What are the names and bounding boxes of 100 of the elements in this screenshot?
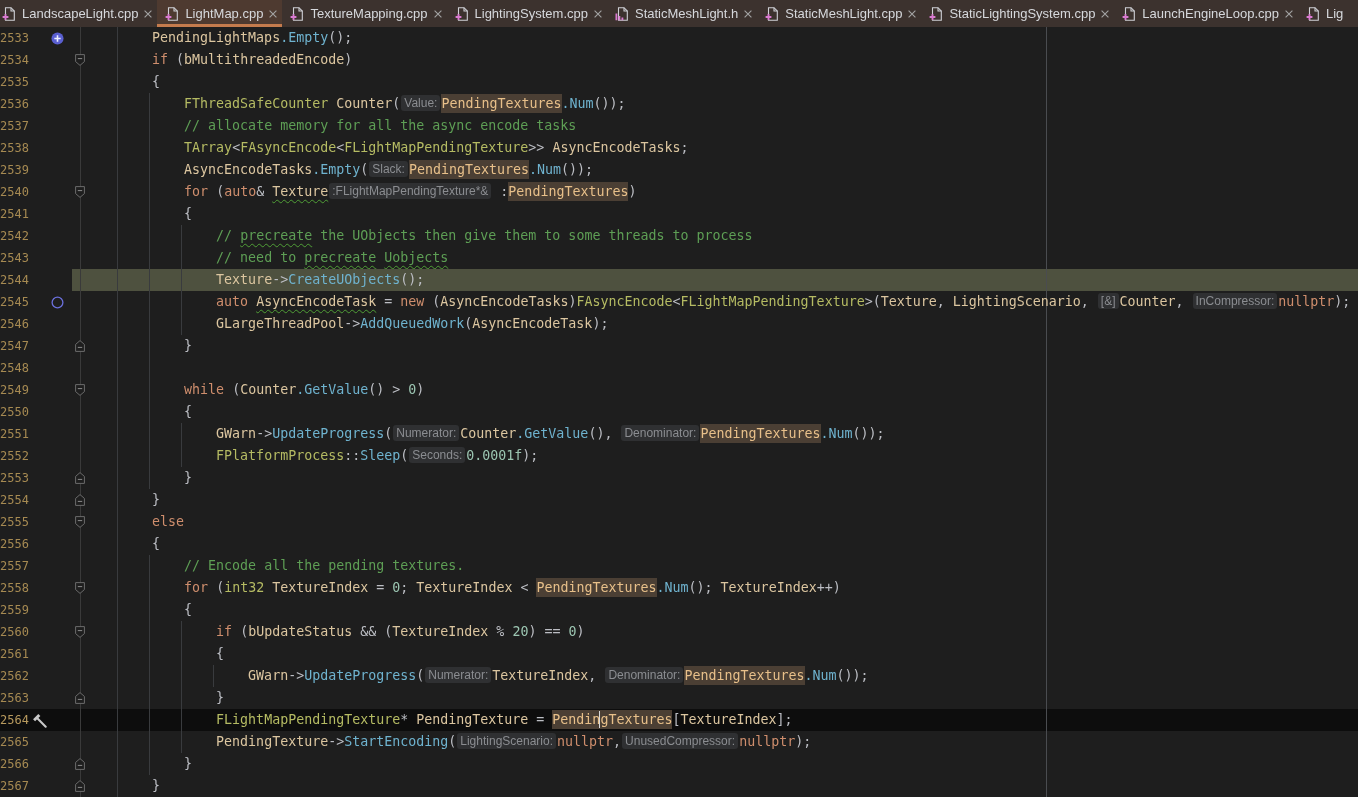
code-text: {	[152, 536, 161, 551]
code-text: AsyncEncodeTasks.Empty(	[184, 162, 369, 177]
parameter-hint: Denominator:	[621, 425, 700, 441]
close-icon[interactable]	[1101, 9, 1110, 18]
fold-icon[interactable]	[75, 780, 85, 792]
fold-icon[interactable]	[75, 626, 85, 638]
hammer-icon[interactable]	[32, 712, 47, 728]
line-number: 2567	[0, 778, 30, 795]
code-text: // allocate memory for all the async encode tasks	[184, 118, 577, 133]
parameter-hint: LightingScenario:	[457, 733, 556, 749]
code-text: PendingTextures.Num());	[441, 94, 626, 113]
editor-tab[interactable]: LandscapeLight.cpp	[0, 0, 158, 27]
code-text: FPlatformProcess::Sleep(	[216, 448, 409, 463]
code-text: FThreadSafeCounter Counter(	[184, 96, 401, 111]
line-number: 2566	[0, 756, 30, 773]
document-plus-icon	[165, 6, 180, 21]
editor-tab[interactable]: TextureMapping.cpp	[282, 0, 447, 27]
parameter-hint: Slack:	[369, 161, 408, 177]
line-number: 2546	[0, 316, 30, 333]
code-text: GLargeThreadPool->AddQueuedWork(AsyncEncodeTask);	[216, 316, 609, 331]
code-text: {	[184, 602, 193, 617]
code-text: PendingTextures.Num());	[700, 424, 885, 443]
parameter-hint: Seconds:	[409, 447, 466, 463]
parameter-hint: Denominator:	[605, 667, 684, 683]
code-text: }	[152, 778, 161, 793]
code-text: TArray<FAsyncEncode<FLightMapPendingTexture>> AsyncEncodeTasks;	[184, 140, 689, 155]
line-number: 2545	[0, 294, 30, 311]
code-text: FLightMapPendingTexture* PendingTexture = Pendin	[216, 710, 601, 729]
code-text: GWarn->UpdateProgress(	[248, 668, 425, 683]
document-plus-icon	[1306, 6, 1320, 21]
indent-guide	[117, 357, 118, 379]
code-text: }	[184, 756, 193, 771]
line-number: 2561	[0, 646, 30, 663]
editor-tab[interactable]: LaunchEngineLoop.cpp	[1114, 0, 1298, 27]
document-plus-icon	[2, 6, 16, 21]
editor-tab[interactable]: LightMap.cpp	[157, 0, 283, 27]
fold-icon[interactable]	[75, 692, 85, 704]
line-number: 2552	[0, 448, 30, 465]
close-icon[interactable]	[908, 9, 917, 18]
parameter-hint: UnusedCompressor:	[622, 733, 739, 749]
fold-icon[interactable]	[75, 494, 85, 506]
line-number: 2563	[0, 690, 30, 707]
close-icon[interactable]	[744, 9, 753, 18]
code-text: {	[184, 206, 193, 221]
line-number: 2553	[0, 470, 30, 487]
fold-icon[interactable]	[75, 582, 85, 594]
plus-circle-icon[interactable]	[50, 31, 64, 45]
code-text: GWarn->UpdateProgress(	[216, 426, 393, 441]
editor-tab[interactable]: LightingSystem.cpp	[446, 0, 607, 27]
line-number: 2565	[0, 734, 30, 751]
code-text: // precreate the UObjects then give them to some threads to process	[216, 228, 753, 243]
line-number: 2535	[0, 74, 30, 91]
circle-icon[interactable]	[50, 295, 64, 309]
code-text: Texture->CreateUObjects();	[216, 272, 425, 287]
code-text: PendingTextures.Num());	[684, 666, 869, 685]
code-text: }	[216, 690, 225, 705]
parameter-hint: InCompressor:	[1192, 293, 1278, 309]
parameter-hint: [&]	[1097, 293, 1119, 309]
editor-tab[interactable]: StaticMeshLight.h	[606, 0, 758, 27]
fold-icon[interactable]	[75, 384, 85, 396]
close-icon[interactable]	[1285, 9, 1293, 18]
document-bars-icon	[614, 6, 629, 21]
close-icon[interactable]	[144, 9, 153, 18]
fold-icon[interactable]	[75, 472, 85, 484]
code-text: for (auto& Texture	[184, 184, 329, 199]
line-number: 2559	[0, 602, 30, 619]
code-text: {	[152, 74, 161, 89]
line-number: 2533	[0, 30, 30, 47]
line-number: 2544	[0, 272, 30, 289]
fold-icon[interactable]	[75, 340, 85, 352]
line-number: 2557	[0, 558, 30, 575]
line-number: 2548	[0, 360, 30, 377]
code-text: nullptr);	[1278, 294, 1351, 309]
line-number: 2538	[0, 140, 30, 157]
line-number: 2564	[0, 712, 30, 729]
code-text: // Encode all the pending textures.	[184, 558, 465, 573]
line-number: 2550	[0, 404, 30, 421]
fold-icon[interactable]	[75, 758, 85, 770]
fold-icon[interactable]	[75, 54, 85, 66]
code-text: TextureIndex,	[492, 668, 598, 683]
close-icon[interactable]	[593, 9, 602, 18]
editor-tab[interactable]: StaticMeshLight.cpp	[757, 0, 922, 27]
document-plus-icon	[929, 6, 944, 21]
line-number: 2558	[0, 580, 30, 597]
close-icon[interactable]	[433, 9, 442, 18]
line-number: 2556	[0, 536, 30, 553]
code-text: gTextures[TextureIndex];	[600, 710, 793, 729]
code-text: PendingLightMaps.Empty();	[152, 30, 353, 45]
code-text: nullptr,	[557, 734, 622, 749]
code-text: {	[216, 646, 225, 661]
line-number: 2541	[0, 206, 30, 223]
code-text: if (bUpdateStatus && (TextureIndex % 20) == 0)	[216, 624, 585, 639]
fold-icon[interactable]	[75, 516, 85, 528]
fold-icon[interactable]	[75, 186, 85, 198]
editor-tab[interactable]: Lig	[1298, 0, 1349, 27]
line-number: 2551	[0, 426, 30, 443]
editor-tab[interactable]: StaticLightingSystem.cpp	[921, 0, 1115, 27]
close-icon[interactable]	[269, 9, 278, 18]
line-number: 2547	[0, 338, 30, 355]
code-text: else	[152, 514, 185, 529]
